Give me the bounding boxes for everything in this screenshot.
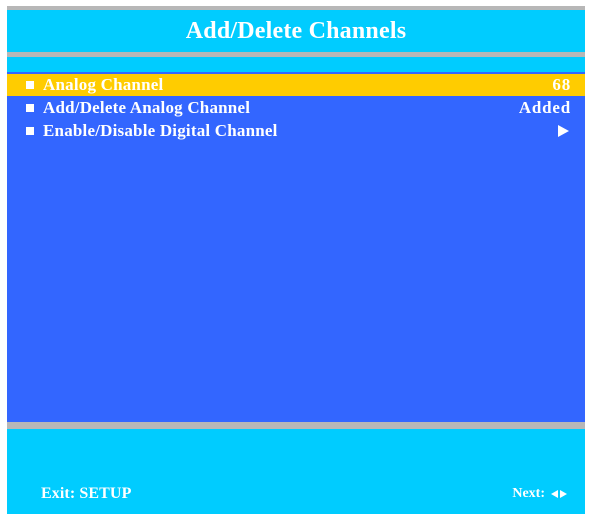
bullet-icon: [26, 104, 34, 112]
menu-item-add-delete-analog-channel[interactable]: Add/Delete Analog Channel Added: [7, 97, 585, 119]
left-arrow-icon: [551, 490, 558, 498]
header-divider: [7, 52, 585, 57]
menu-item-label: Analog Channel: [43, 75, 164, 94]
footer: Exit: SETUP Next:: [7, 429, 585, 514]
menu-item-analog-channel[interactable]: Analog Channel 68: [7, 74, 585, 96]
next-hint: Next:: [512, 486, 567, 502]
bullet-icon: [26, 81, 34, 89]
menu-item-label: Add/Delete Analog Channel: [43, 98, 251, 117]
next-label: Next:: [512, 486, 545, 501]
right-arrow-icon: [560, 490, 567, 498]
footer-divider: [7, 422, 585, 429]
menu-panel: Analog Channel 68 Add/Delete Analog Chan…: [7, 72, 585, 428]
header-bar: Add/Delete Channels: [7, 6, 585, 51]
page-title: Add/Delete Channels: [185, 18, 407, 44]
menu-item-enable-disable-digital-channel[interactable]: Enable/Disable Digital Channel: [7, 120, 585, 142]
menu-item-label: Enable/Disable Digital Channel: [43, 121, 278, 140]
menu-item-value: 68: [552, 75, 571, 94]
menu-item-value: Added: [518, 98, 571, 117]
exit-hint: Exit: SETUP: [41, 485, 132, 502]
bullet-icon: [26, 127, 34, 135]
arrow-right-icon: [558, 125, 569, 137]
osd-menu: Add/Delete Channels Analog Channel 68 Ad…: [7, 6, 585, 514]
left-right-arrow-icon: [551, 490, 567, 498]
